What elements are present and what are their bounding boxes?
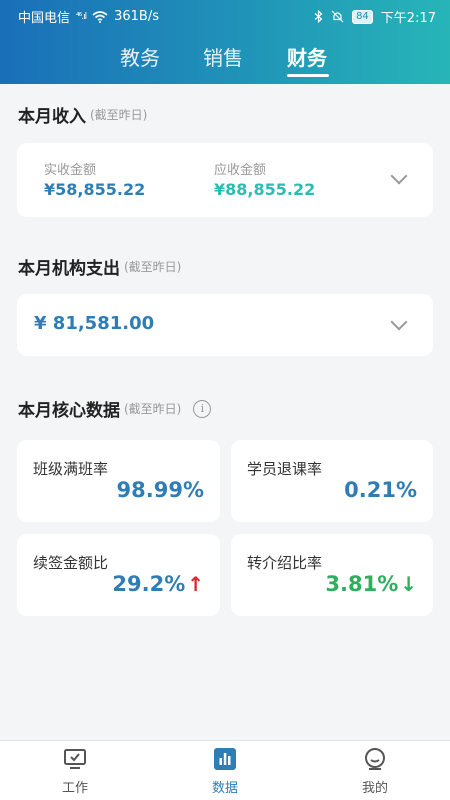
metric-value-row: 3.81% ↓ [325,572,417,596]
metric-label: 班级满班率 [33,460,109,478]
core-title: 本月核心数据 [18,401,120,421]
metric-value: 3.81% [325,572,399,596]
actual-amount-value: ¥58,855.22 [44,180,146,199]
mute-bell-icon [331,10,344,23]
nav-item-data[interactable]: 数据 [180,747,270,796]
due-amount-label: 应收金额 [214,163,267,178]
bottom-nav: 工作 数据 我的 [0,740,450,800]
bar-chart-icon [214,748,236,770]
clock-text: 下午2:17 [380,11,436,26]
nav-label-work: 工作 [61,781,88,796]
monitor-check-icon [64,749,86,769]
metric-label: 转介绍比率 [247,554,323,572]
battery-icon: 84 [352,9,373,24]
tab-finance[interactable]: 财务 [287,42,327,71]
status-bar: 中国电信 ⁴⁶.ıl 361B/s 84 下午2:17 [0,0,450,32]
expense-value: ¥ 81,581.00 [34,313,155,334]
nav-item-work[interactable]: 工作 [30,747,120,796]
expense-title: 本月机构支出 [18,259,120,279]
metric-value: 29.2% [112,572,186,596]
active-tab-indicator [287,74,329,77]
due-amount-value: ¥88,855.22 [214,180,316,199]
nav-item-mine[interactable]: 我的 [330,747,420,796]
metric-value-row: 29.2% ↑ [112,572,204,596]
core-subtitle: (截至昨日) [124,402,182,416]
profile-face-icon [365,748,385,770]
income-title: 本月收入 [18,107,86,127]
info-icon[interactable]: i [193,399,212,418]
header-bar: 中国电信 ⁴⁶.ıl 361B/s 84 下午2:17 教务 销售 财务 [0,0,450,84]
expense-section-title: 本月机构支出 (截至昨日) [18,254,181,279]
bluetooth-icon [314,10,323,23]
income-section-title: 本月收入 (截至昨日) [18,102,147,127]
wifi-icon [92,10,108,23]
nav-label-data: 数据 [211,781,238,796]
nav-label-mine: 我的 [361,781,388,796]
arrow-down-icon: ↓ [400,572,417,596]
metric-card-class-full-rate[interactable]: 班级满班率 98.99% [17,440,220,522]
metric-label: 续签金额比 [33,554,109,572]
network-speed: 361B/s [114,9,159,24]
income-card[interactable]: 实收金额 ¥58,855.22 应收金额 ¥88,855.22 [17,143,433,217]
metric-value: 0.21% [344,478,417,502]
arrow-up-icon: ↑ [187,572,204,596]
metric-card-renewal-ratio[interactable]: 续签金额比 29.2% ↑ [17,534,220,616]
metric-value: 98.99% [116,478,204,502]
tab-sales[interactable]: 销售 [203,42,243,71]
chevron-down-icon[interactable] [390,167,408,185]
income-subtitle: (截至昨日) [90,108,148,122]
metric-label: 学员退课率 [247,460,323,478]
core-section-title: 本月核心数据 (截至昨日) i [18,396,212,421]
signal-icon: ⁴⁶.ıl [76,11,87,22]
metric-card-referral-ratio[interactable]: 转介绍比率 3.81% ↓ [231,534,433,616]
actual-amount-label: 实收金额 [44,163,97,178]
carrier-text: 中国电信 [18,11,71,26]
top-tabs: 教务 销售 财务 [0,40,450,80]
expense-card[interactable]: ¥ 81,581.00 [17,294,433,356]
chevron-down-icon[interactable] [390,313,408,331]
metric-card-dropout-rate[interactable]: 学员退课率 0.21% [231,440,433,522]
expense-subtitle: (截至昨日) [124,260,182,274]
tab-academic[interactable]: 教务 [120,42,160,71]
